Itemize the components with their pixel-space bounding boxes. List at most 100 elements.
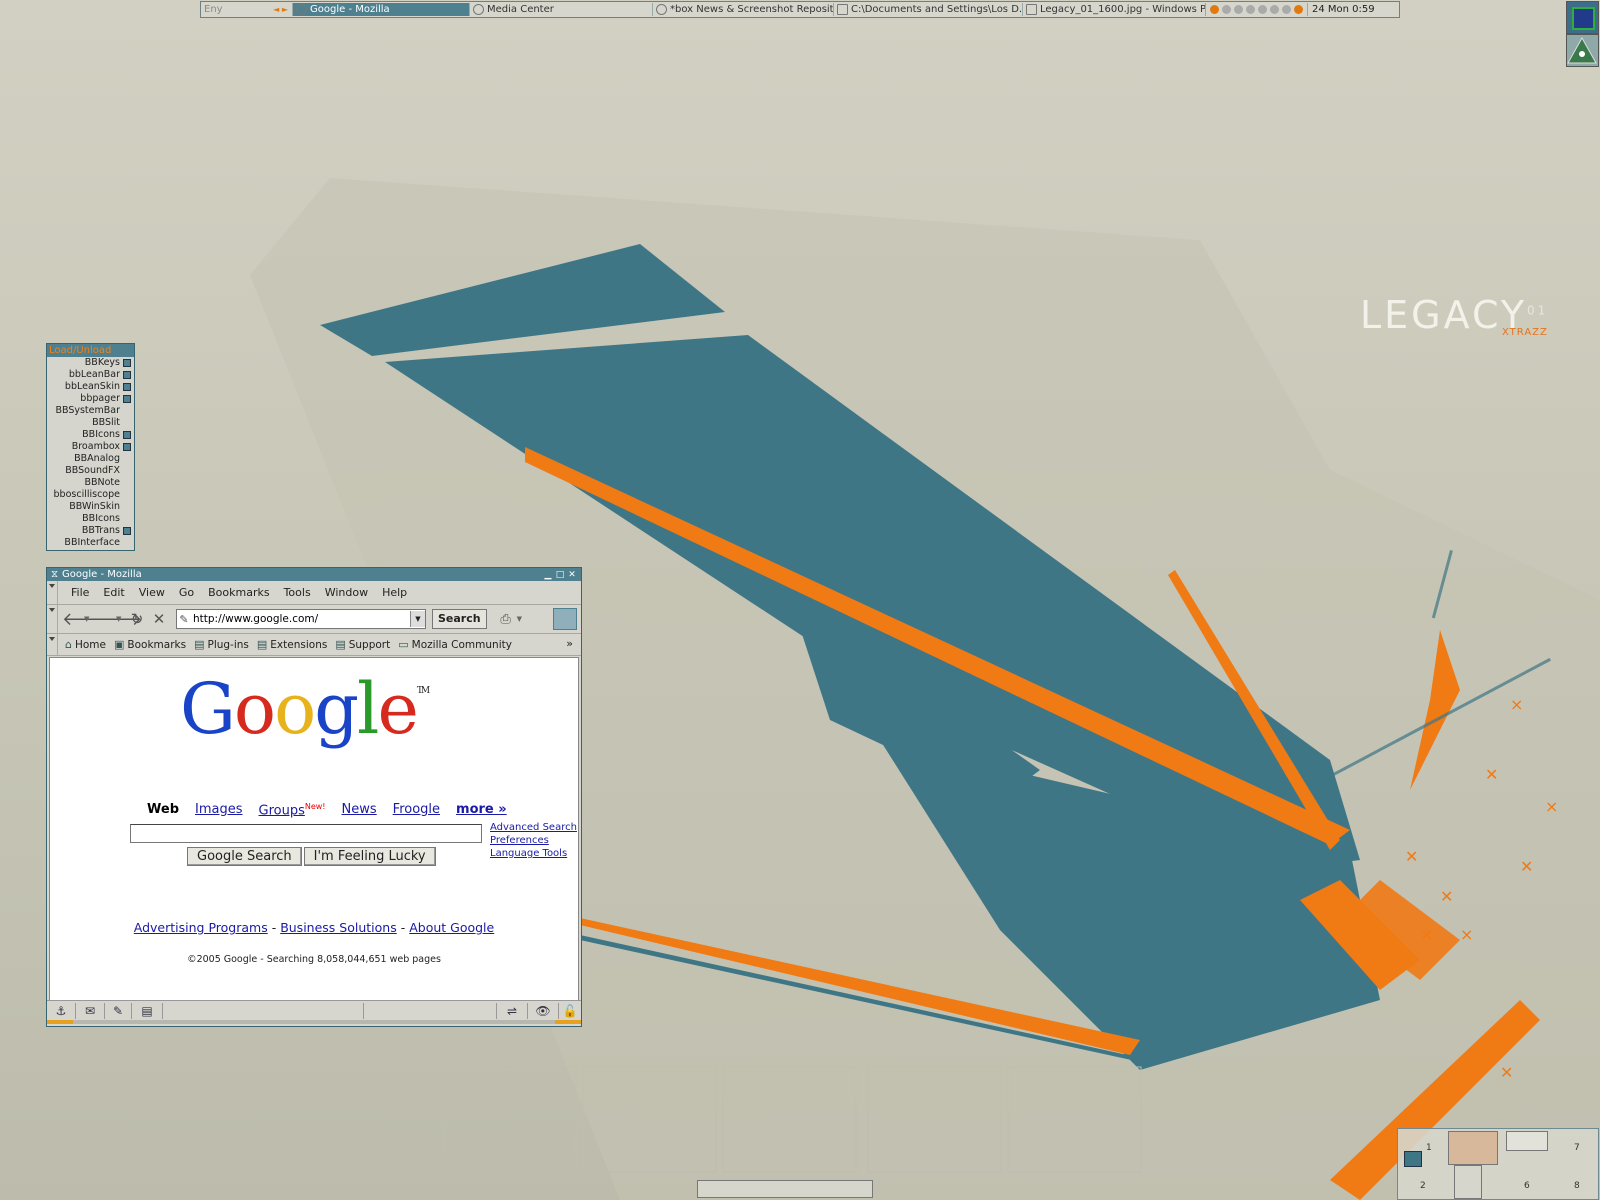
menu-file[interactable]: File (64, 586, 96, 599)
tab-web[interactable]: Web (147, 802, 179, 818)
feeling-lucky-button[interactable]: I'm Feeling Lucky (303, 847, 436, 866)
menu-tools[interactable]: Tools (277, 586, 318, 599)
desktop-pager[interactable]: 1 2 6 7 8 (1397, 1128, 1599, 1200)
plugin-item[interactable]: bbLeanSkin (47, 381, 134, 393)
menubar-grippy[interactable] (47, 581, 58, 604)
plugin-item[interactable]: BBSlit (47, 417, 134, 429)
desktop-6[interactable]: 6 (1524, 1181, 1530, 1191)
plugin-checkbox[interactable] (123, 443, 131, 451)
menu-window[interactable]: Window (318, 586, 375, 599)
window-titlebar[interactable]: ⧖ Google - Mozilla ▁ □ ✕ (47, 568, 581, 581)
desktop-8[interactable]: 8 (1574, 1181, 1580, 1191)
workspace-switcher[interactable]: Eny ◄ ► (201, 3, 293, 16)
close-icon[interactable]: ✕ (567, 570, 577, 580)
back-dropdown-icon[interactable]: ▼ (84, 615, 94, 623)
personalbar-grippy[interactable] (47, 634, 58, 655)
mail-icon[interactable]: ✉ (76, 1003, 105, 1019)
menu-help[interactable]: Help (375, 586, 414, 599)
plugin-checkbox[interactable] (123, 371, 131, 379)
bookmark-bookmarks[interactable]: ▣ Bookmarks (110, 638, 190, 651)
plugin-item[interactable]: Broambox (47, 441, 134, 453)
tray-icon[interactable] (1222, 5, 1231, 14)
tray-icon[interactable] (1246, 5, 1255, 14)
about-google-link[interactable]: About Google (409, 920, 494, 935)
plugin-item[interactable]: BBSoundFX (47, 465, 134, 477)
address-book-icon[interactable]: ▤ (132, 1003, 163, 1019)
task-documents-folder[interactable]: C:\Documents and Settings\Los D... (834, 3, 1023, 16)
navbar-grippy[interactable] (47, 605, 58, 633)
plugin-item[interactable]: BBWinSkin (47, 501, 134, 513)
throbber-icon[interactable] (553, 608, 577, 630)
plugin-item[interactable]: bbpager (47, 393, 134, 405)
tray-icon[interactable] (1210, 5, 1219, 14)
language-tools-link[interactable]: Language Tools (490, 847, 577, 860)
tray-icon[interactable] (1294, 5, 1303, 14)
task-box-news[interactable]: *box News & Screenshot Reposito... (653, 3, 834, 16)
bottom-toolbar[interactable] (697, 1180, 873, 1198)
tab-groups[interactable]: Groups (259, 803, 305, 818)
advanced-search-link[interactable]: Advanced Search (490, 821, 577, 834)
plugin-item[interactable]: BBInterface (47, 537, 134, 549)
business-solutions-link[interactable]: Business Solutions (280, 920, 397, 935)
desktop-1[interactable]: 1 (1426, 1143, 1432, 1153)
plugin-item[interactable]: bbLeanBar (47, 369, 134, 381)
bookmark-plugins[interactable]: ▤ Plug-ins (190, 638, 253, 651)
reload-icon[interactable]: ↻ (126, 610, 148, 628)
workspace-arrows-icon[interactable]: ◄ ► (273, 5, 288, 14)
minimize-icon[interactable]: ▁ (543, 570, 553, 580)
desktop-shortcut-icon[interactable] (1566, 1, 1599, 34)
plugin-checkbox[interactable] (123, 383, 131, 391)
menu-edit[interactable]: Edit (96, 586, 131, 599)
plugin-item[interactable]: BBTrans (47, 525, 134, 537)
chevron-icon[interactable]: » (566, 637, 573, 650)
window-menu-icon[interactable]: ⧖ (51, 569, 58, 580)
maximize-icon[interactable]: □ (555, 570, 565, 580)
tray-icon[interactable] (1282, 5, 1291, 14)
composer-icon[interactable]: ✎ (105, 1003, 132, 1019)
forward-dropdown-icon[interactable]: ▼ (116, 615, 126, 623)
tab-more[interactable]: more » (456, 802, 507, 818)
preferences-link[interactable]: Preferences (490, 834, 577, 847)
url-bar[interactable]: ✎ ▼ (176, 609, 426, 629)
print-dropdown-icon[interactable]: ▼ (517, 615, 527, 623)
bookmark-extensions[interactable]: ▤ Extensions (253, 638, 331, 651)
plugin-item[interactable]: BBNote (47, 477, 134, 489)
tab-images[interactable]: Images (195, 802, 243, 818)
task-media-center[interactable]: Media Center (470, 3, 653, 16)
task-picture-viewer[interactable]: Legacy_01_1600.jpg - Windows Pi... (1023, 3, 1206, 16)
eye-pyramid-icon[interactable] (1566, 34, 1599, 67)
plugin-checkbox[interactable] (123, 395, 131, 403)
navigator-icon[interactable]: ⚓ (47, 1003, 76, 1019)
plugin-item[interactable]: bboscilliscope (47, 489, 134, 501)
tray-icon[interactable] (1234, 5, 1243, 14)
stop-icon[interactable]: ✕ (148, 610, 170, 628)
task-google-mozilla[interactable]: Google - Mozilla (293, 3, 470, 16)
popup-icon[interactable]: 👁 (528, 1003, 559, 1019)
tab-news[interactable]: News (342, 802, 377, 818)
menu-go[interactable]: Go (172, 586, 201, 599)
url-dropdown-icon[interactable]: ▼ (410, 611, 425, 627)
menu-view[interactable]: View (132, 586, 172, 599)
plugin-item[interactable]: BBSystemBar (47, 405, 134, 417)
google-search-button[interactable]: Google Search (187, 847, 302, 866)
plugin-checkbox[interactable] (123, 431, 131, 439)
online-icon[interactable]: ⇌ (497, 1003, 528, 1019)
plugin-item[interactable]: BBKeys (47, 357, 134, 369)
clock[interactable]: 24 Mon 0:59 (1308, 4, 1379, 15)
tray-icon[interactable] (1270, 5, 1279, 14)
tray-icon[interactable] (1258, 5, 1267, 14)
plugin-checkbox[interactable] (123, 527, 131, 535)
bookmark-mozilla-community[interactable]: ▭ Mozilla Community (394, 638, 516, 651)
menu-bookmarks[interactable]: Bookmarks (201, 586, 276, 599)
tab-groups-wrap[interactable]: GroupsNew! (259, 802, 326, 818)
back-icon[interactable]: 🡐 (62, 609, 110, 630)
search-input[interactable] (130, 824, 482, 843)
advertising-programs-link[interactable]: Advertising Programs (134, 920, 268, 935)
plugin-item[interactable]: BBIcons (47, 513, 134, 525)
plugin-item[interactable]: BBIcons (47, 429, 134, 441)
tab-froogle[interactable]: Froogle (393, 802, 440, 818)
print-icon[interactable]: ⎙ (495, 612, 517, 627)
page-proxy-icon[interactable]: ✎ (177, 613, 191, 626)
bookmark-home[interactable]: ⌂ Home (61, 638, 110, 651)
plugin-checkbox[interactable] (123, 359, 131, 367)
